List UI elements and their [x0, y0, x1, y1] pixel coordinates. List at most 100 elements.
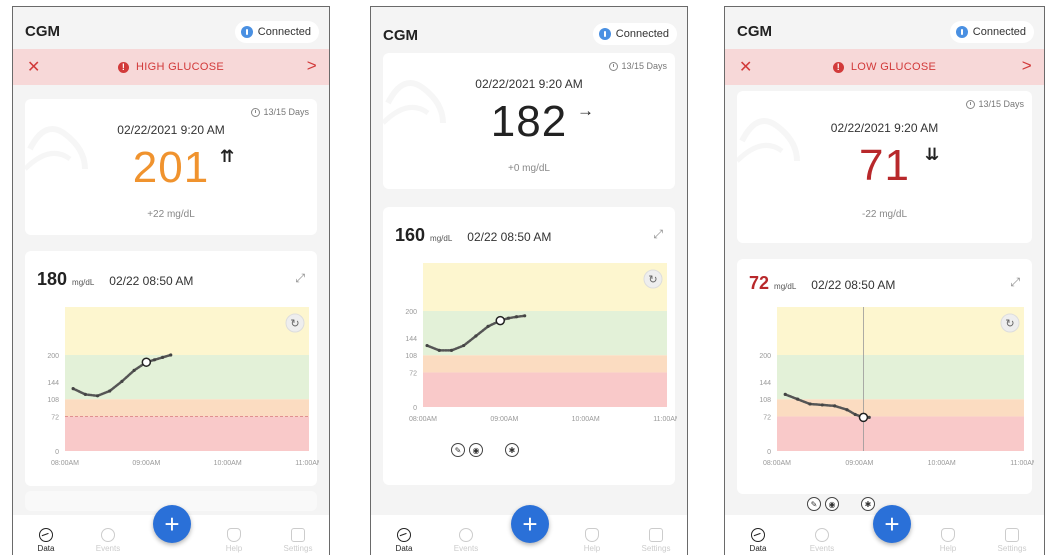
glucose-point — [120, 379, 124, 383]
high-glucose-alert[interactable]: ✕ ! HIGH GLUCOSE > — [13, 49, 329, 85]
nav-help[interactable]: Help — [567, 528, 617, 553]
x-tick-label: 10:00AM — [928, 460, 956, 467]
glucose-chart[interactable]: ↻ 0 72 108 144 200 08:00AM 09:00AM 10:00AM 11:00A… — [25, 299, 319, 477]
y-tick-label: 200 — [405, 309, 417, 316]
alert-text: LOW GLUCOSE — [850, 61, 937, 73]
settings-icon — [291, 528, 305, 542]
zone-band-3 — [65, 307, 309, 355]
x-tick-label: 09:00AM — [845, 460, 873, 467]
nav-events[interactable]: Events — [797, 528, 847, 553]
chevron-right-icon[interactable]: > — [1022, 56, 1032, 76]
y-tick-label: 0 — [55, 449, 59, 456]
glucose-point — [783, 392, 787, 396]
selected-point-marker — [141, 357, 152, 367]
glucose-point — [474, 334, 478, 338]
glucose-chart[interactable]: ↻ 0 72 108 144 200 08:00AM 09:00AM 10:00AM 11:00A… — [737, 299, 1034, 477]
glucose-delta: -22 mg/dL — [861, 209, 908, 220]
add-button[interactable]: + — [511, 505, 549, 543]
connection-label: Connected — [972, 26, 1026, 38]
nav-help[interactable]: Help — [209, 528, 259, 553]
connection-status[interactable]: Connected — [592, 23, 677, 45]
selected-point-marker — [495, 315, 506, 326]
add-button[interactable]: + — [873, 505, 911, 543]
zone-band-3 — [777, 307, 1024, 355]
sensor-days: 13/15 Days — [251, 107, 309, 117]
data-icon — [39, 528, 53, 542]
x-tick-label: 11:00AM — [295, 460, 319, 467]
close-icon[interactable]: ✕ — [27, 57, 41, 77]
reading-datetime: 02/22/2021 9:20 AM — [117, 123, 225, 137]
connection-status[interactable]: Connected — [234, 21, 319, 43]
exercise-event-icon[interactable]: ✱ — [861, 497, 875, 511]
add-button[interactable]: + — [153, 505, 191, 543]
event-markers: ✎ ◉ ✱ — [807, 497, 875, 511]
glucose-value: 182 → — [383, 97, 675, 147]
glucose-value: 201 ⇈ — [25, 143, 317, 193]
y-tick-label: 144 — [47, 380, 59, 387]
glucose-point — [486, 324, 490, 328]
app-title: CGM — [383, 27, 418, 44]
close-icon[interactable]: ✕ — [739, 57, 753, 77]
help-icon — [227, 528, 241, 542]
nav-settings[interactable]: Settings — [631, 528, 681, 553]
nav-data[interactable]: Data — [21, 528, 71, 553]
connection-label: Connected — [257, 26, 311, 38]
glucose-point — [169, 353, 173, 357]
chart-card: 160 mg/dL 02/22 08:50 AM ⤢ ↻ 0 72 108 144 200… — [383, 207, 677, 485]
glucose-card: 13/15 Days 02/22/2021 9:20 AM 182 → +0 m… — [383, 53, 675, 189]
y-tick-label: 200 — [759, 353, 771, 360]
expand-icon[interactable]: ⤢ — [1010, 275, 1020, 290]
events-icon — [815, 528, 829, 542]
x-tick-label: 11:00AM — [653, 416, 677, 423]
exercise-event-icon[interactable]: ✱ — [505, 443, 519, 457]
y-tick-label: 0 — [413, 405, 417, 412]
help-icon — [941, 528, 955, 542]
meal-event-icon[interactable]: ✎ — [451, 443, 465, 457]
clock-icon — [966, 99, 976, 109]
top-bar: CGM Connected — [371, 7, 687, 49]
meal-event-icon[interactable]: ✎ — [807, 497, 821, 511]
low-glucose-alert[interactable]: ✕ ! LOW GLUCOSE > — [725, 49, 1044, 85]
x-tick-label: 09:00AM — [132, 460, 160, 467]
y-tick-label: 72 — [51, 414, 59, 421]
glucose-number: 71 — [859, 141, 910, 190]
glucose-point — [161, 355, 165, 359]
glucose-point — [83, 392, 87, 396]
x-tick-label: 10:00AM — [214, 460, 242, 467]
top-bar: CGM Connected — [725, 7, 1044, 49]
glucose-point — [820, 403, 824, 407]
glucose-point — [449, 348, 454, 352]
insulin-event-icon[interactable]: ◉ — [825, 497, 839, 511]
chevron-right-icon[interactable]: > — [307, 56, 317, 76]
reading-datetime: 02/22/2021 9:20 AM — [475, 77, 583, 91]
nav-events[interactable]: Events — [441, 528, 491, 553]
bluetooth-icon — [955, 26, 968, 38]
events-icon — [101, 528, 115, 542]
nav-settings[interactable]: Settings — [987, 528, 1037, 553]
sensor-days: 13/15 Days — [966, 99, 1024, 109]
clock-icon — [251, 107, 261, 117]
glucose-chart[interactable]: ↻ 0 72 108 144 200 08:00AM 09:00AM 10:00AM 11:00A… — [383, 255, 677, 433]
nav-data[interactable]: Data — [733, 528, 783, 553]
reading-unit: mg/dL — [774, 282, 797, 291]
reading-time: 02/22 08:50 AM — [811, 278, 896, 292]
zone-band-2 — [65, 355, 309, 400]
glucose-point — [523, 314, 527, 318]
glucose-point — [845, 408, 849, 412]
reading-datetime: 02/22/2021 9:20 AM — [830, 121, 939, 135]
reading-value: 72 — [749, 273, 770, 293]
nav-events[interactable]: Events — [83, 528, 133, 553]
glucose-point — [152, 358, 157, 362]
x-tick-label: 09:00AM — [490, 416, 518, 423]
y-tick-label: 0 — [767, 449, 771, 456]
nav-data[interactable]: Data — [379, 528, 429, 553]
zone-band-1 — [423, 355, 667, 373]
insulin-event-icon[interactable]: ◉ — [469, 443, 483, 457]
connection-status[interactable]: Connected — [949, 21, 1034, 43]
expand-icon[interactable]: ⤢ — [653, 227, 663, 242]
nav-settings[interactable]: Settings — [273, 528, 323, 553]
bluetooth-icon — [240, 26, 253, 38]
glucose-card: 13/15 Days 02/22/2021 9:20 AM 201 ⇈ +22 … — [25, 99, 317, 235]
expand-icon[interactable]: ⤢ — [295, 271, 305, 286]
nav-help[interactable]: Help — [923, 528, 973, 553]
